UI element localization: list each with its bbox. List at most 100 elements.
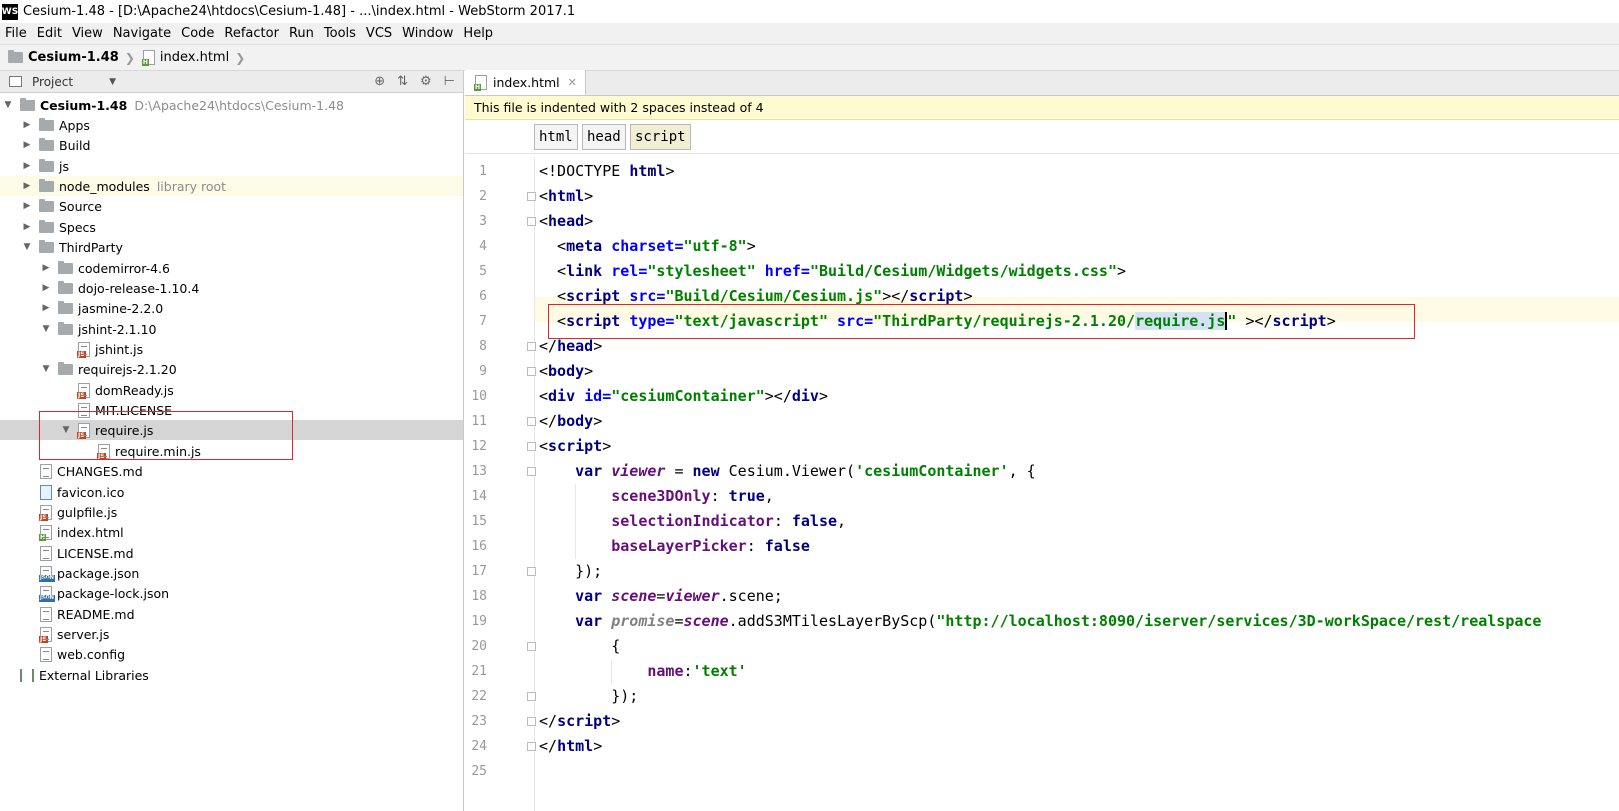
- tree-item-thirdparty[interactable]: ▼ ThirdParty: [0, 237, 463, 257]
- fold-marker-icon[interactable]: [527, 742, 536, 751]
- folder-icon: [39, 137, 54, 151]
- code-line: </head>: [539, 337, 603, 355]
- menu-help[interactable]: Help: [458, 26, 498, 41]
- collapse-arrow-icon[interactable]: ▶: [21, 120, 33, 130]
- tree-item-domready[interactable]: JS domReady.js: [0, 380, 463, 400]
- line-number: 1: [479, 164, 487, 179]
- fold-marker-icon[interactable]: [527, 217, 536, 226]
- breadcrumb-html[interactable]: html: [534, 124, 578, 150]
- fold-marker-icon[interactable]: [527, 342, 536, 351]
- code-editor[interactable]: 1 2 3 4 5 6 7 8 9 10 11 12 13 14 15 16 1…: [465, 158, 1619, 811]
- collapse-arrow-icon[interactable]: ▶: [21, 181, 33, 191]
- close-icon[interactable]: ✕: [568, 76, 577, 89]
- dropdown-arrow-icon[interactable]: ▼: [109, 77, 116, 87]
- tree-item-codemirror[interactable]: ▶ codemirror-4.6: [0, 258, 463, 278]
- tree-item-apps[interactable]: ▶ Apps: [0, 115, 463, 135]
- tree-item-external-libraries[interactable]: External Libraries: [0, 665, 463, 685]
- fold-marker-icon[interactable]: [527, 442, 536, 451]
- hide-panel-icon[interactable]: ⊢: [444, 74, 455, 89]
- fold-marker-icon[interactable]: [527, 567, 536, 576]
- collapse-arrow-icon[interactable]: ▶: [21, 222, 33, 232]
- tree-item-node-modules[interactable]: ▶ node_modules library root: [0, 176, 463, 196]
- fold-marker-icon[interactable]: [527, 692, 536, 701]
- collapse-arrow-icon[interactable]: ▶: [40, 263, 52, 273]
- tree-item-label: js: [59, 158, 69, 174]
- expand-arrow-icon[interactable]: ▼: [21, 242, 33, 252]
- menu-file[interactable]: File: [0, 26, 32, 41]
- tree-item-jshint-dir[interactable]: ▼ jshint-2.1.10: [0, 319, 463, 339]
- line-number: 18: [471, 589, 487, 604]
- tree-item-index[interactable]: H index.html: [0, 522, 463, 542]
- code-line: <head>: [539, 212, 594, 230]
- tree-item-dojo[interactable]: ▶ dojo-release-1.10.4: [0, 278, 463, 298]
- line-number: 5: [479, 264, 487, 279]
- nav-crumb-project[interactable]: Cesium-1.48 ❯: [0, 50, 135, 65]
- collapse-arrow-icon[interactable]: ▶: [40, 283, 52, 293]
- tree-item-mit-license[interactable]: MIT.LICENSE: [0, 400, 463, 420]
- menu-view[interactable]: View: [67, 26, 108, 41]
- tree-item-require-js[interactable]: ▼ JS require.js: [0, 420, 463, 440]
- fold-marker-icon[interactable]: [527, 642, 536, 651]
- menu-edit[interactable]: Edit: [32, 26, 67, 41]
- tree-item-label: require.js: [95, 422, 154, 438]
- tree-item-label: server.js: [57, 626, 110, 642]
- tree-item-package[interactable]: JSON package.json: [0, 563, 463, 583]
- tree-item-source[interactable]: ▶ Source: [0, 196, 463, 216]
- collapse-arrow-icon[interactable]: ▶: [21, 161, 33, 171]
- menu-tools[interactable]: Tools: [319, 26, 361, 41]
- tree-item-server[interactable]: JS server.js: [0, 624, 463, 644]
- markdown-file-icon: [40, 545, 52, 561]
- fold-marker-icon[interactable]: [527, 467, 536, 476]
- expand-arrow-icon[interactable]: ▼: [40, 364, 52, 374]
- expand-arrow-icon[interactable]: ▼: [40, 324, 52, 334]
- project-view-selector[interactable]: Project: [32, 75, 73, 89]
- tree-item-label: Source: [59, 198, 102, 214]
- tree-item-jshint-js[interactable]: JS jshint.js: [0, 339, 463, 359]
- tree-item-jasmine[interactable]: ▶ jasmine-2.2.0: [0, 298, 463, 318]
- tree-item-require-min[interactable]: JS require.min.js: [0, 441, 463, 461]
- tree-item-changes[interactable]: CHANGES.md: [0, 461, 463, 481]
- indent-notice-banner: This file is indented with 2 spaces inst…: [465, 96, 1619, 120]
- nav-crumb-file[interactable]: H index.html ❯: [135, 50, 245, 66]
- nav-crumb-file-label: index.html: [159, 50, 230, 65]
- fold-marker-icon[interactable]: [527, 417, 536, 426]
- tree-item-specs[interactable]: ▶ Specs: [0, 217, 463, 237]
- tree-item-label: Build: [59, 137, 91, 153]
- code-line: </script>: [539, 712, 621, 730]
- collapse-arrow-icon[interactable]: ▶: [21, 201, 33, 211]
- tree-item-requirejs-dir[interactable]: ▼ requirejs-2.1.20: [0, 359, 463, 379]
- editor-tab-index-html[interactable]: H index.html ✕: [465, 70, 586, 95]
- menu-window[interactable]: Window: [397, 26, 458, 41]
- fold-marker-icon[interactable]: [527, 717, 536, 726]
- menu-code[interactable]: Code: [176, 26, 219, 41]
- fold-marker-icon[interactable]: [527, 367, 536, 376]
- collapse-arrow-icon[interactable]: ▶: [21, 140, 33, 150]
- scroll-from-source-icon[interactable]: ⊕: [374, 74, 385, 89]
- config-file-icon: [40, 646, 52, 662]
- menu-vcs[interactable]: VCS: [361, 26, 397, 41]
- tree-item-label: External Libraries: [39, 667, 149, 683]
- tree-item-readme[interactable]: README.md: [0, 604, 463, 624]
- collapse-arrow-icon[interactable]: ▶: [40, 303, 52, 313]
- tree-item-build[interactable]: ▶ Build: [0, 135, 463, 155]
- tree-item-favicon[interactable]: favicon.ico: [0, 482, 463, 502]
- tree-item-label: codemirror-4.6: [78, 260, 170, 276]
- tree-item-gulpfile[interactable]: JS gulpfile.js: [0, 502, 463, 522]
- tree-item-root[interactable]: ▼ Cesium-1.48 D:\Apache24\htdocs\Cesium-…: [0, 95, 463, 115]
- menu-navigate[interactable]: Navigate: [108, 26, 176, 41]
- menu-refactor[interactable]: Refactor: [219, 26, 284, 41]
- text-file-icon: [78, 402, 90, 418]
- expand-arrow-icon[interactable]: ▼: [60, 425, 72, 435]
- settings-gear-icon[interactable]: ⚙: [420, 74, 432, 89]
- expand-arrow-icon[interactable]: ▼: [2, 100, 14, 110]
- js-file-icon: JS: [77, 382, 90, 399]
- breadcrumb-script[interactable]: script: [630, 124, 691, 150]
- menu-run[interactable]: Run: [284, 26, 319, 41]
- tree-item-js[interactable]: ▶ js: [0, 156, 463, 176]
- tree-item-webconfig[interactable]: web.config: [0, 644, 463, 664]
- tree-item-package-lock[interactable]: JSON package-lock.json: [0, 583, 463, 603]
- breadcrumb-head[interactable]: head: [582, 124, 626, 150]
- tree-item-license[interactable]: LICENSE.md: [0, 543, 463, 563]
- collapse-all-icon[interactable]: ⇅: [397, 74, 408, 89]
- fold-marker-icon[interactable]: [527, 192, 536, 201]
